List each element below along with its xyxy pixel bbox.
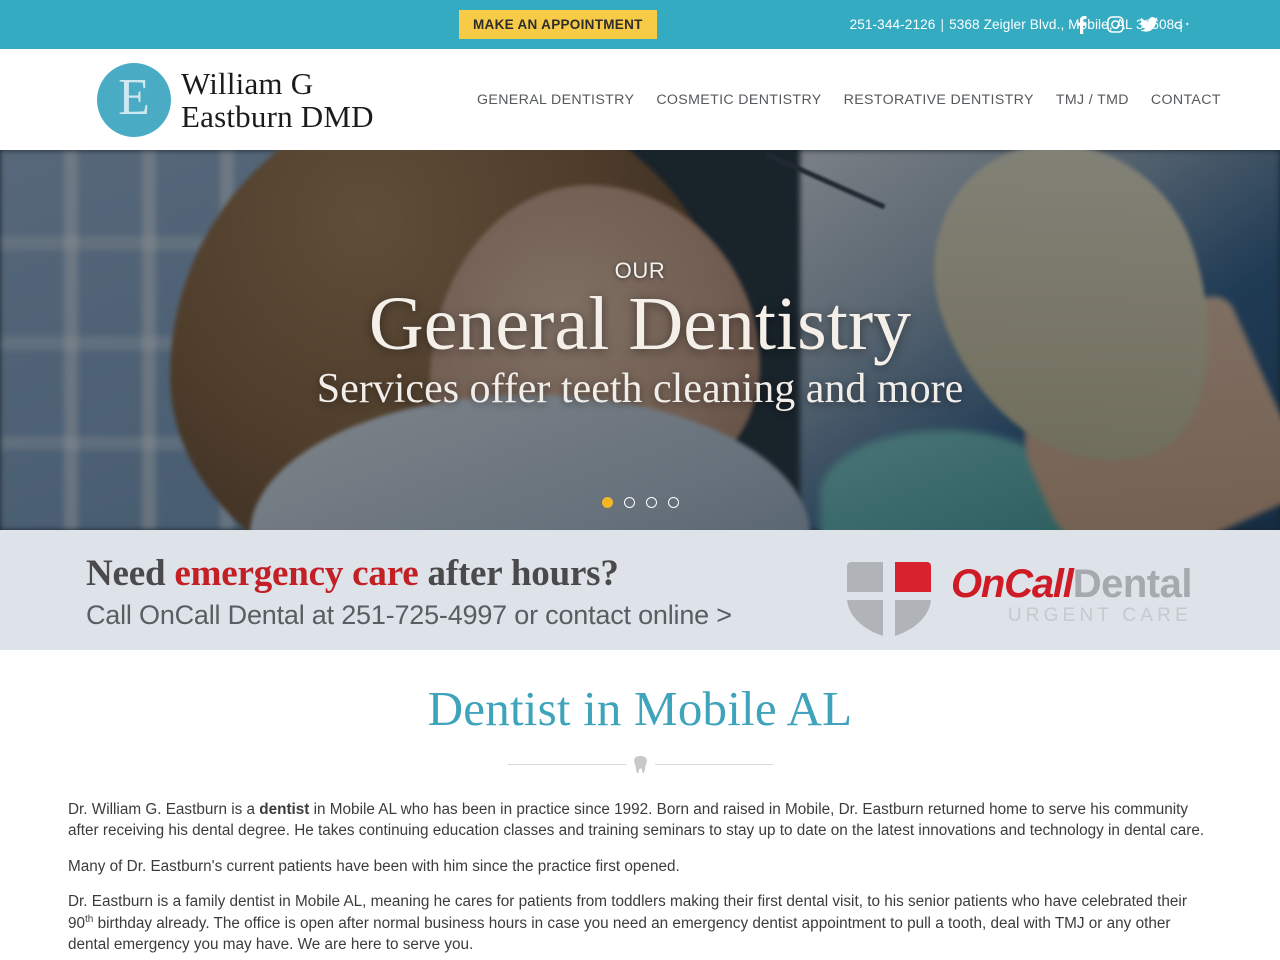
nav-item-general-dentistry[interactable]: GENERAL DENTISTRY [477, 92, 634, 108]
twitter-icon[interactable] [1140, 16, 1158, 34]
logo-line-1: William G [181, 65, 314, 101]
emergency-care-banner: Need emergency care after hours? Call On… [0, 530, 1280, 650]
nav-item-restorative-dentistry[interactable]: RESTORATIVE DENTISTRY [844, 92, 1034, 108]
nav-item-tmj-tmd[interactable]: TMJ / TMD [1056, 92, 1129, 108]
paragraph-1: Dr. William G. Eastburn is a dentist in … [68, 800, 1212, 842]
hero-title: General Dentistry [368, 282, 912, 366]
p1-before: Dr. William G. Eastburn is a [68, 801, 260, 818]
oncall-brand-line: OnCallDental [951, 564, 1192, 604]
logo-line-2: Eastburn DMD [181, 99, 374, 134]
oncall-tagline: URGENT CARE [1007, 605, 1192, 626]
oncall-shield-icon [847, 562, 931, 636]
main-content: Dentist in Mobile AL Dr. William G. East… [0, 650, 1280, 960]
logo-initial-badge: E [97, 63, 171, 137]
carousel-dot-3[interactable] [645, 497, 657, 508]
paragraph-3: Dr. Eastburn is a family dentist in Mobi… [68, 892, 1212, 955]
p3-after: birthday already. The office is open aft… [68, 915, 1171, 954]
svg-text:G: G [1174, 20, 1183, 32]
phone-number[interactable]: 251-344-2126 [850, 17, 936, 32]
carousel-indicators [0, 497, 1280, 508]
main-navigation: GENERAL DENTISTRY COSMETIC DENTISTRY RES… [477, 49, 1221, 150]
oncall-dental-logo[interactable]: OnCallDental URGENT CARE [845, 560, 1192, 638]
instagram-icon[interactable] [1106, 16, 1124, 34]
paragraph-2: Many of Dr. Eastburn's current patients … [68, 857, 680, 875]
emergency-headline-part1: Need [86, 553, 175, 594]
carousel-dot-2[interactable] [623, 497, 635, 508]
carousel-dot-1[interactable] [601, 497, 613, 508]
tooth-icon [633, 756, 647, 774]
googleplus-icon[interactable]: G [1174, 16, 1192, 34]
separator-1: | [940, 17, 945, 32]
hero-caption: OUR General Dentistry Services offer tee… [0, 150, 1280, 530]
emergency-headline: Need emergency care after hours? [86, 553, 732, 595]
social-links: G [1072, 0, 1192, 49]
nav-item-contact[interactable]: CONTACT [1151, 92, 1221, 108]
site-logo[interactable]: E William G Eastburn DMD [97, 63, 374, 137]
p1-bold: dentist [259, 801, 310, 818]
about-text: Dr. William G. Eastburn is a dentist in … [68, 800, 1212, 960]
hero-carousel: OUR General Dentistry Services offer tee… [0, 150, 1280, 530]
page-title: Dentist in Mobile AL [427, 681, 853, 736]
emergency-headline-highlight: emergency care [174, 553, 419, 594]
site-header: E William G Eastburn DMD GENERAL DENTIST… [0, 49, 1280, 150]
carousel-dot-4[interactable] [667, 497, 679, 508]
divider-line-right [654, 764, 773, 765]
tooth-divider [507, 755, 773, 774]
emergency-call-link[interactable]: Call OnCall Dental at 251-725-4997 or co… [86, 600, 732, 631]
oncall-wordmark: OnCallDental URGENT CARE [951, 564, 1192, 627]
make-appointment-button[interactable]: MAKE AN APPOINTMENT [459, 10, 657, 39]
hero-subtitle: Services offer teeth cleaning and more [316, 366, 964, 412]
emergency-headline-part2: after hours? [418, 553, 619, 594]
hero-kicker: OUR [614, 258, 666, 283]
top-utility-bar: MAKE AN APPOINTMENT 251-344-2126 | 5368 … [0, 0, 1280, 49]
emergency-text-block: Need emergency care after hours? Call On… [86, 553, 732, 631]
nav-item-cosmetic-dentistry[interactable]: COSMETIC DENTISTRY [656, 92, 821, 108]
facebook-icon[interactable] [1072, 15, 1090, 34]
divider-line-left [507, 764, 626, 765]
oncall-brand-red: OnCall [951, 562, 1074, 606]
logo-wordmark: William G Eastburn DMD [181, 65, 374, 134]
oncall-brand-gray: Dental [1072, 562, 1193, 606]
